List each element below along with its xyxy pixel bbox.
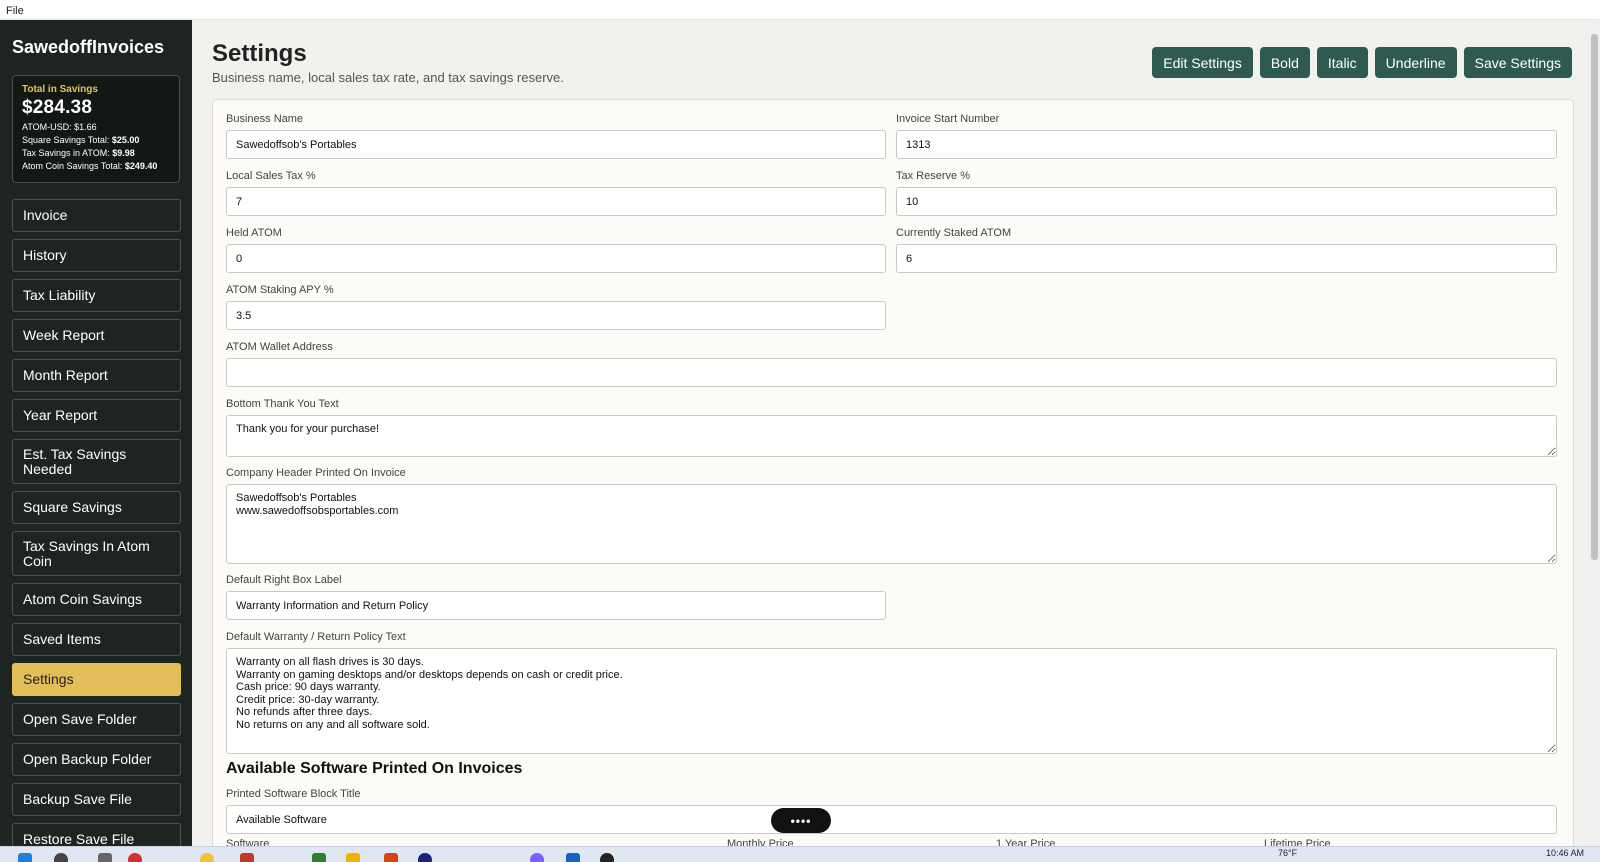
bold-button[interactable]: Bold — [1259, 47, 1310, 78]
sidebar-item-atom-coin-savings[interactable]: Atom Coin Savings — [12, 583, 181, 616]
file-menu[interactable]: File — [6, 5, 24, 17]
underline-button[interactable]: Underline — [1374, 47, 1457, 78]
edit-settings-button[interactable]: Edit Settings — [1152, 47, 1253, 78]
savings-summary-card: Total in Savings $284.38 ATOM-USD: $1.66… — [12, 75, 180, 183]
held-atom-label: Held ATOM — [226, 227, 282, 239]
app-title: SawedoffInvoices — [12, 37, 165, 57]
right-box-label-input[interactable] — [226, 591, 886, 620]
right-box-label-label: Default Right Box Label — [226, 574, 342, 586]
app-icon[interactable] — [98, 853, 112, 862]
lifetime-price-col-header: Lifetime Price — [1264, 838, 1331, 846]
app-icon[interactable] — [600, 853, 614, 862]
sidebar-item-open-backup-folder[interactable]: Open Backup Folder — [12, 743, 181, 776]
invoice-start-label: Invoice Start Number — [896, 113, 1000, 125]
thank-you-textarea[interactable]: Thank you for your purchase! — [226, 415, 1557, 457]
settings-toolbar: Edit Settings Bold Italic Underline Save… — [1145, 47, 1572, 78]
monthly-price-col-header: Monthly Price — [727, 838, 794, 846]
sidebar-item-backup-save-file[interactable]: Backup Save File — [12, 783, 181, 816]
atom-coin-line: Atom Coin Savings Total: $249.40 — [22, 161, 158, 171]
app-icon[interactable] — [312, 853, 326, 862]
page-title: Settings — [212, 40, 307, 67]
app-icon[interactable] — [530, 853, 544, 862]
invoice-start-input[interactable] — [896, 130, 1557, 159]
save-settings-button[interactable]: Save Settings — [1463, 47, 1572, 78]
page-subtitle: Business name, local sales tax rate, and… — [212, 70, 564, 85]
company-header-label: Company Header Printed On Invoice — [226, 467, 406, 479]
os-taskbar: 76°F 10:46 AM — [0, 846, 1600, 862]
company-header-textarea[interactable]: Sawedoffsob's Portables www.sawedoffsobs… — [226, 484, 1557, 564]
tax-reserve-input[interactable] — [896, 187, 1557, 216]
sidebar-item-tax-liability[interactable]: Tax Liability — [12, 279, 181, 312]
staking-apy-input[interactable] — [226, 301, 886, 330]
taskbar-clock[interactable]: 10:46 AM — [1546, 848, 1584, 858]
business-name-input[interactable] — [226, 130, 886, 159]
square-savings-line: Square Savings Total: $25.00 — [22, 135, 140, 145]
software-block-title-input[interactable] — [226, 805, 1557, 834]
menu-bar: File — [0, 0, 1600, 20]
year-price-col-header: 1 Year Price — [996, 838, 1056, 846]
italic-button[interactable]: Italic — [1316, 47, 1368, 78]
business-name-label: Business Name — [226, 113, 304, 125]
sidebar-item-month-report[interactable]: Month Report — [12, 359, 181, 392]
warranty-textarea[interactable]: Warranty on all flash drives is 30 days.… — [226, 648, 1557, 754]
sidebar-item-saved-items[interactable]: Saved Items — [12, 623, 181, 656]
windows-start-icon[interactable] — [18, 853, 32, 862]
app-icon[interactable] — [240, 853, 254, 862]
sidebar-item-week-report[interactable]: Week Report — [12, 319, 181, 352]
software-block-title-label: Printed Software Block Title — [226, 788, 361, 800]
settings-form: Business Name Invoice Start Number Local… — [212, 99, 1574, 846]
sidebar-item-square-savings[interactable]: Square Savings — [12, 491, 181, 524]
sidebar-item-tax-savings-atom[interactable]: Tax Savings In Atom Coin — [12, 531, 181, 576]
sidebar-item-open-save-folder[interactable]: Open Save Folder — [12, 703, 181, 736]
sidebar-item-invoice[interactable]: Invoice — [12, 199, 181, 232]
app-icon[interactable] — [566, 853, 580, 862]
software-section-heading: Available Software Printed On Invoices — [226, 760, 523, 777]
app-icon[interactable] — [418, 853, 432, 862]
wallet-address-input[interactable] — [226, 358, 1557, 387]
savings-label: Total in Savings — [22, 84, 98, 95]
savings-total: $284.38 — [22, 97, 93, 118]
staked-atom-input[interactable] — [896, 244, 1557, 273]
atom-usd-rate: ATOM-USD: $1.66 — [22, 122, 97, 132]
staked-atom-label: Currently Staked ATOM — [896, 227, 1012, 239]
app-icon[interactable] — [384, 853, 398, 862]
sidebar-item-restore-save-file[interactable]: Restore Save File — [12, 823, 181, 846]
wallet-address-label: ATOM Wallet Address — [226, 341, 333, 353]
software-col-header: Software — [226, 838, 270, 846]
floating-drag-handle[interactable]: •••• — [771, 808, 831, 833]
tax-reserve-label: Tax Reserve % — [896, 170, 970, 182]
weather-readout[interactable]: 76°F — [1278, 848, 1297, 858]
warranty-label: Default Warranty / Return Policy Text — [226, 631, 406, 643]
thank-you-label: Bottom Thank You Text — [226, 398, 339, 410]
sidebar-item-est-tax-savings[interactable]: Est. Tax Savings Needed — [12, 439, 181, 484]
sales-tax-label: Local Sales Tax % — [226, 170, 316, 182]
folder-icon[interactable] — [346, 853, 360, 862]
main-scrollbar[interactable] — [1588, 20, 1600, 846]
sidebar-item-history[interactable]: History — [12, 239, 181, 272]
scroll-thumb[interactable] — [1591, 34, 1598, 560]
main-content: Settings Business name, local sales tax … — [192, 20, 1588, 846]
search-icon[interactable] — [54, 853, 68, 862]
sidebar-item-year-report[interactable]: Year Report — [12, 399, 181, 432]
sidebar-item-settings[interactable]: Settings — [12, 663, 181, 696]
tax-atom-line: Tax Savings in ATOM: $9.98 — [22, 148, 135, 158]
staking-apy-label: ATOM Staking APY % — [226, 284, 334, 296]
sidebar: SawedoffInvoices Total in Savings $284.3… — [0, 20, 192, 846]
browser-icon[interactable] — [128, 853, 142, 862]
held-atom-input[interactable] — [226, 244, 886, 273]
chrome-icon[interactable] — [200, 853, 214, 862]
sales-tax-input[interactable] — [226, 187, 886, 216]
sidebar-nav: Invoice History Tax Liability Week Repor… — [12, 199, 181, 846]
